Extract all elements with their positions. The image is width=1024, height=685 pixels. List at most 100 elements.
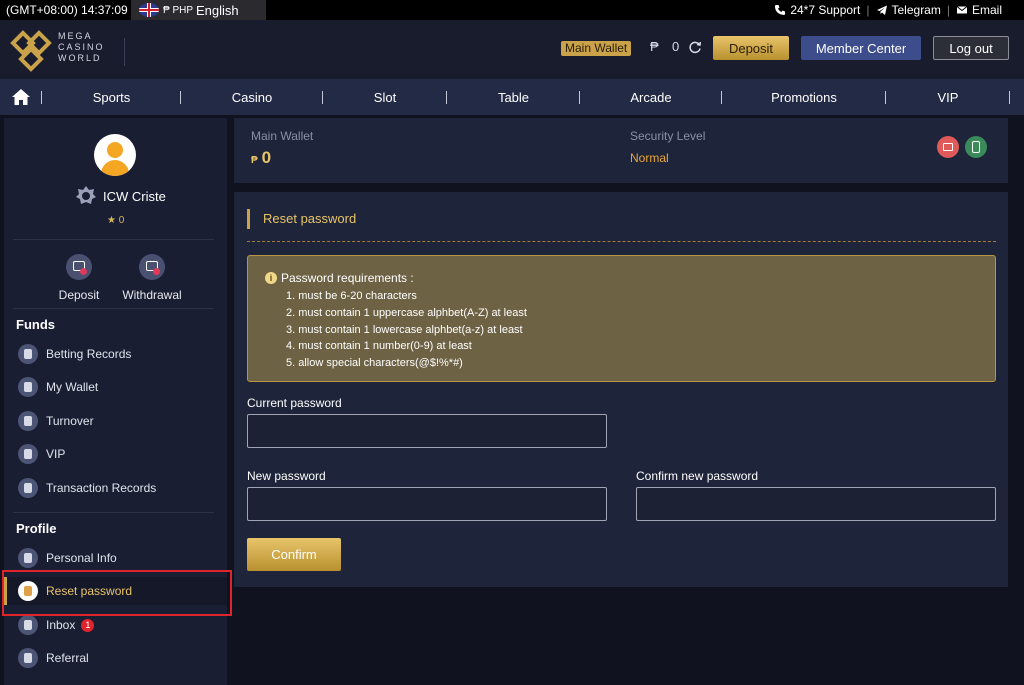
sidebar-item-betting-records[interactable]: Betting Records bbox=[4, 340, 227, 368]
nav-arcade[interactable]: Arcade bbox=[580, 79, 722, 115]
telegram-link[interactable]: Telegram bbox=[876, 3, 941, 17]
funds-section-title: Funds bbox=[16, 317, 55, 332]
sidebar-item-referral[interactable]: Referral bbox=[4, 644, 227, 672]
nav-slot[interactable]: Slot bbox=[323, 79, 447, 115]
inbox-count-badge: 1 bbox=[81, 618, 95, 632]
inbox-icon bbox=[18, 615, 38, 635]
new-password-input[interactable] bbox=[247, 487, 607, 521]
email-verify-icon[interactable] bbox=[937, 136, 959, 158]
current-password-label: Current password bbox=[247, 396, 342, 410]
star-rating: ★ 0 bbox=[107, 215, 125, 226]
confirm-password-input[interactable] bbox=[636, 487, 996, 521]
sidebar-item-label: Personal Info bbox=[46, 551, 117, 565]
main-wallet-amount: 0 bbox=[261, 148, 272, 167]
quick-withdrawal[interactable]: Withdrawal bbox=[117, 254, 187, 302]
deposit-button[interactable]: Deposit bbox=[713, 36, 789, 60]
requirement-item: 4. must contain 1 number(0-9) at least bbox=[286, 340, 472, 353]
sidebar-item-transaction-records[interactable]: Transaction Records bbox=[4, 474, 227, 502]
personal-info-icon bbox=[18, 548, 38, 568]
avatar[interactable] bbox=[94, 134, 136, 176]
current-password-input[interactable] bbox=[247, 414, 607, 448]
password-requirements-box: i Password requirements : 1. must be 6-2… bbox=[247, 255, 996, 382]
logo-divider bbox=[124, 38, 125, 66]
page-title: Reset password bbox=[263, 211, 357, 226]
main-nav: Sports Casino Slot Table Arcade Promotio… bbox=[0, 79, 1024, 115]
info-icon: i bbox=[265, 272, 277, 284]
home-button[interactable] bbox=[0, 79, 42, 115]
logo-text: MEGA CASINO WORLD bbox=[58, 31, 105, 64]
sidebar-item-turnover[interactable]: Turnover bbox=[4, 407, 227, 435]
quick-withdrawal-label: Withdrawal bbox=[122, 288, 182, 302]
requirements-list: 1. must be 6-20 characters 2. must conta… bbox=[286, 288, 527, 372]
withdrawal-icon bbox=[139, 254, 165, 280]
main-wallet-label: Main Wallet bbox=[251, 129, 314, 143]
language-selector[interactable]: ₱ PHP English bbox=[131, 0, 266, 20]
quick-deposit-label: Deposit bbox=[58, 288, 100, 302]
divider bbox=[13, 512, 214, 513]
nav-vip[interactable]: VIP bbox=[886, 79, 1010, 115]
divider bbox=[13, 308, 214, 309]
telegram-label: Telegram bbox=[891, 3, 941, 17]
reset-password-panel: Reset password i Password requirements :… bbox=[234, 192, 1008, 587]
sidebar-item-label: VIP bbox=[46, 447, 66, 461]
sidebar-item-label: Turnover bbox=[46, 414, 94, 428]
logout-button[interactable]: Log out bbox=[933, 36, 1009, 60]
phone-icon bbox=[775, 5, 786, 15]
new-password-label: New password bbox=[247, 469, 326, 483]
requirement-item: 3. must contain 1 lowercase alphbet(a-z)… bbox=[286, 323, 523, 336]
nav-casino[interactable]: Casino bbox=[181, 79, 323, 115]
email-link[interactable]: Email bbox=[956, 3, 1002, 17]
quick-deposit[interactable]: Deposit bbox=[44, 254, 114, 302]
rank-badge-icon bbox=[76, 186, 96, 204]
sidebar-item-label: My Wallet bbox=[46, 380, 99, 394]
username: ICW Criste bbox=[103, 189, 166, 204]
member-center-button[interactable]: Member Center bbox=[801, 36, 921, 60]
top-bar: (GMT+08:00) 14:37:09 ₱ PHP English 24*7 … bbox=[0, 0, 1024, 20]
nav-promotions[interactable]: Promotions bbox=[722, 79, 886, 115]
security-level-label: Security Level bbox=[630, 129, 706, 143]
requirement-item: 2. must contain 1 uppercase alphbet(A-Z)… bbox=[286, 306, 527, 319]
email-label: Email bbox=[971, 3, 1002, 17]
divider: | bbox=[866, 3, 870, 17]
divider bbox=[13, 239, 214, 240]
logo-icon[interactable] bbox=[9, 29, 53, 73]
vip-icon bbox=[18, 444, 38, 464]
sidebar-item-my-wallet[interactable]: My Wallet bbox=[4, 373, 227, 401]
home-icon bbox=[12, 89, 30, 105]
selection-highlight bbox=[2, 570, 232, 616]
balance-value: 0 bbox=[672, 39, 680, 54]
sidebar-item-label: Transaction Records bbox=[46, 481, 157, 495]
logo-line: MEGA bbox=[58, 31, 93, 41]
title-accent-bar bbox=[247, 209, 250, 229]
logo-line: WORLD bbox=[58, 53, 102, 63]
sidebar-item-vip[interactable]: VIP bbox=[4, 440, 227, 468]
timezone-clock: (GMT+08:00) 14:37:09 bbox=[6, 3, 128, 17]
telegram-icon bbox=[876, 5, 887, 15]
requirements-title: i Password requirements : bbox=[265, 271, 414, 285]
currency-symbol: ₱ bbox=[251, 155, 258, 166]
divider: | bbox=[946, 3, 950, 17]
sidebar-item-personal-info[interactable]: Personal Info bbox=[4, 544, 227, 572]
header: MEGA CASINO WORLD Main Wallet ₱ 0 Deposi… bbox=[0, 20, 1024, 79]
wallet-icon bbox=[18, 377, 38, 397]
confirm-button[interactable]: Confirm bbox=[247, 538, 341, 571]
profile-section-title: Profile bbox=[16, 521, 57, 536]
uk-flag-icon bbox=[139, 3, 159, 17]
currency-label: ₱ PHP bbox=[163, 4, 194, 16]
mail-icon bbox=[956, 6, 968, 14]
phone-verify-icon[interactable] bbox=[965, 136, 987, 158]
requirement-item: 1. must be 6-20 characters bbox=[286, 290, 417, 302]
security-level-value: Normal bbox=[630, 151, 669, 165]
support-link[interactable]: 24*7 Support bbox=[774, 3, 860, 17]
sidebar-item-label: Inbox bbox=[46, 618, 76, 632]
requirements-title-text: Password requirements : bbox=[281, 271, 414, 285]
refresh-icon[interactable] bbox=[688, 40, 702, 54]
divider bbox=[247, 241, 996, 242]
nav-sports[interactable]: Sports bbox=[42, 79, 181, 115]
wallet-summary-panel: Main Wallet ₱ 0 Security Level Normal bbox=[234, 118, 1008, 183]
turnover-icon bbox=[18, 411, 38, 431]
logo-line: CASINO bbox=[58, 42, 105, 52]
referral-icon bbox=[18, 648, 38, 668]
nav-table[interactable]: Table bbox=[447, 79, 580, 115]
main-wallet-badge: Main Wallet bbox=[561, 41, 632, 56]
